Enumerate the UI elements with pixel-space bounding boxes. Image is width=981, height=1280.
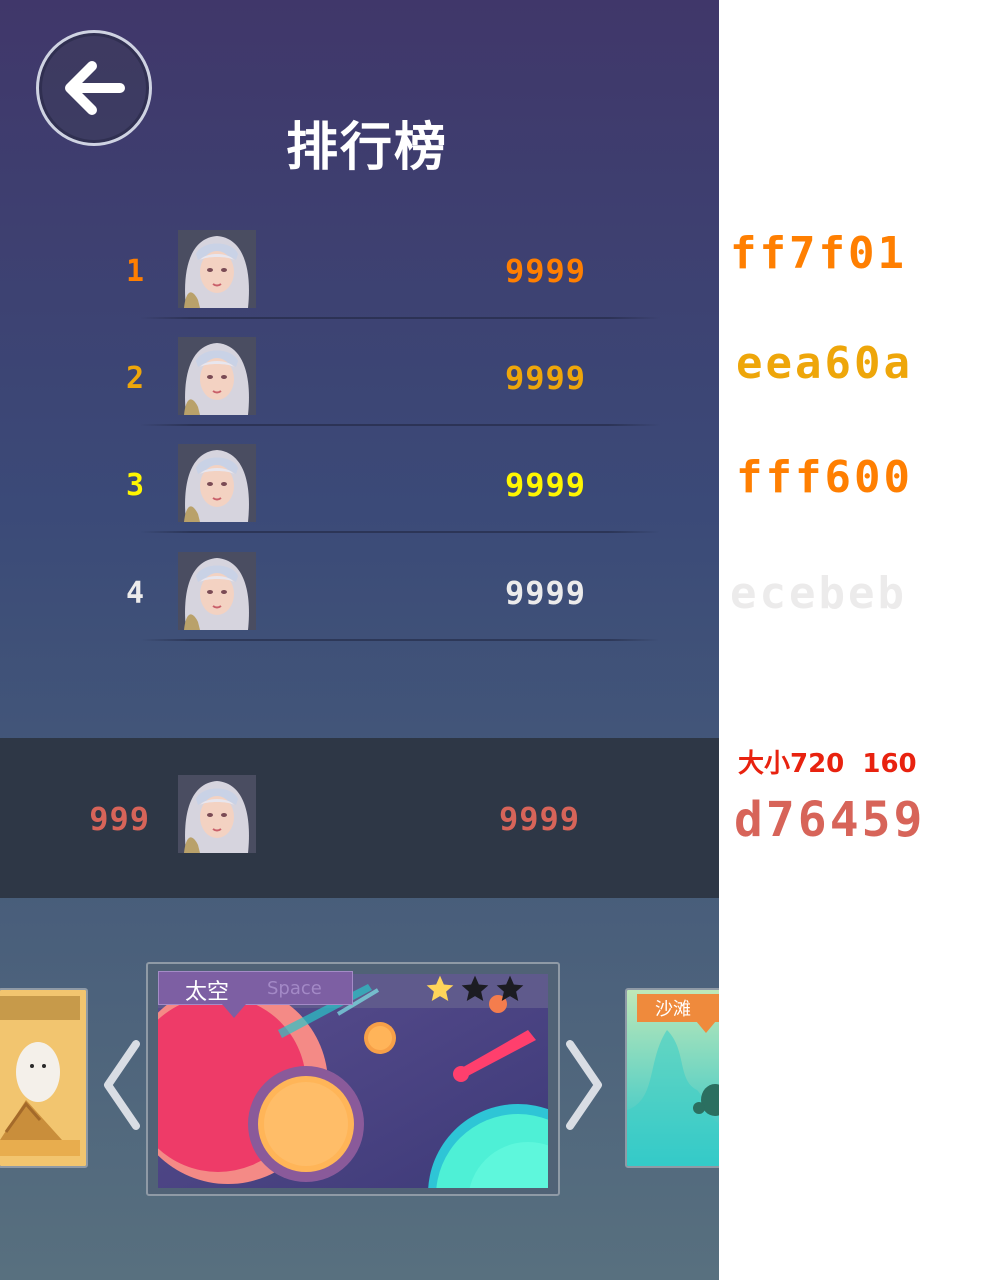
avatar bbox=[178, 444, 256, 522]
rank-number: 1 bbox=[125, 254, 144, 289]
star-icon bbox=[496, 975, 524, 1001]
rank-number: 2 bbox=[125, 361, 144, 396]
avatar bbox=[178, 552, 256, 630]
my-rank-bar: 999 9999 bbox=[0, 738, 719, 898]
desert-level-thumbnail bbox=[0, 990, 86, 1166]
color-annotation: d76459 bbox=[734, 792, 926, 848]
star-icon bbox=[461, 975, 489, 1001]
leaderboard-row: 1 9999 bbox=[0, 230, 719, 338]
row-divider bbox=[140, 531, 660, 533]
leaderboard-screen: 排行榜 1 9999 2 9999 3 9999 4 9999 999 9999… bbox=[0, 0, 719, 1280]
leaderboard-row: 2 9999 bbox=[0, 337, 719, 445]
score: 9999 bbox=[504, 359, 586, 397]
my-rank-number: 999 bbox=[89, 800, 150, 838]
avatar bbox=[178, 337, 256, 415]
tag-pointer bbox=[696, 1021, 716, 1033]
my-avatar bbox=[178, 775, 256, 853]
level-name-en: Space bbox=[267, 978, 322, 999]
leaderboard-row: 4 9999 bbox=[0, 552, 719, 660]
color-annotation: ff7f01 bbox=[730, 228, 907, 279]
leaderboard-row: 3 9999 bbox=[0, 444, 719, 552]
size-annotation: 大小720 160 bbox=[738, 749, 917, 779]
level-name-tag: 太空 Space bbox=[158, 971, 353, 1005]
next-level-name: 沙滩 bbox=[655, 999, 691, 1020]
page-title: 排行榜 bbox=[285, 118, 448, 178]
rank-number: 4 bbox=[125, 576, 144, 611]
level-name-zh: 太空 bbox=[185, 980, 230, 1005]
color-annotation: ecebeb bbox=[730, 568, 907, 619]
star-icon bbox=[426, 975, 454, 1001]
score: 9999 bbox=[504, 252, 586, 290]
score: 9999 bbox=[504, 466, 586, 504]
rank-number: 3 bbox=[125, 468, 144, 503]
tag-pointer bbox=[222, 1004, 246, 1018]
color-annotation: eea60a bbox=[736, 338, 913, 389]
avatar bbox=[178, 230, 256, 308]
chevron-left-icon[interactable] bbox=[100, 1040, 144, 1130]
level-stars bbox=[424, 973, 528, 1007]
color-annotation: fff600 bbox=[736, 452, 913, 503]
row-divider bbox=[140, 317, 660, 319]
my-score: 9999 bbox=[498, 800, 580, 838]
level-card-previous[interactable] bbox=[0, 988, 88, 1168]
row-divider bbox=[140, 639, 660, 641]
row-divider bbox=[140, 424, 660, 426]
next-level-name-tag: 沙滩 bbox=[637, 994, 719, 1022]
score: 9999 bbox=[504, 574, 586, 612]
chevron-right-icon[interactable] bbox=[562, 1040, 606, 1130]
